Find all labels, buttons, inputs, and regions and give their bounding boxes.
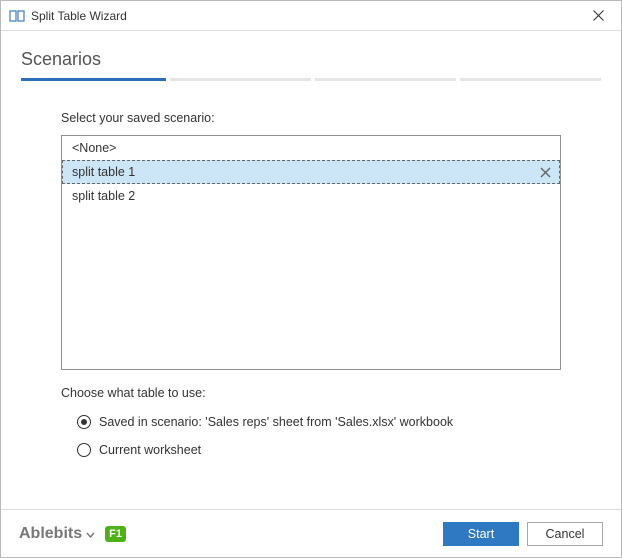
list-item[interactable]: split table 1 bbox=[62, 160, 560, 184]
titlebar: Split Table Wizard bbox=[1, 1, 621, 31]
delete-scenario-icon[interactable] bbox=[536, 163, 554, 181]
list-item-label: split table 2 bbox=[72, 189, 135, 203]
radio-saved-scenario[interactable]: Saved in scenario: 'Sales reps' sheet fr… bbox=[77, 410, 561, 434]
scenario-listbox[interactable]: <None> split table 1 split table 2 bbox=[61, 135, 561, 370]
list-item[interactable]: split table 2 bbox=[62, 184, 560, 208]
list-item-label: split table 1 bbox=[72, 165, 135, 179]
cancel-button[interactable]: Cancel bbox=[527, 522, 603, 546]
wizard-window: Split Table Wizard Scenarios Select your… bbox=[0, 0, 622, 558]
start-button[interactable]: Start bbox=[443, 522, 519, 546]
step-indicator bbox=[21, 78, 601, 81]
choose-table-section: Choose what table to use: Saved in scena… bbox=[61, 386, 561, 462]
brand-label: Ablebits bbox=[19, 525, 82, 543]
content-area: Select your saved scenario: <None> split… bbox=[1, 81, 621, 466]
app-icon bbox=[9, 8, 25, 24]
radio-label: Current worksheet bbox=[99, 443, 201, 457]
radio-icon bbox=[77, 443, 91, 457]
scenario-select-label: Select your saved scenario: bbox=[61, 111, 561, 125]
brand-menu[interactable]: Ablebits bbox=[19, 525, 95, 543]
radio-label: Saved in scenario: 'Sales reps' sheet fr… bbox=[99, 415, 453, 429]
footer: Ablebits F1 Start Cancel bbox=[1, 509, 621, 557]
close-button[interactable] bbox=[576, 1, 621, 31]
page-title: Scenarios bbox=[1, 31, 621, 78]
radio-current-worksheet[interactable]: Current worksheet bbox=[77, 438, 561, 462]
chevron-down-icon bbox=[86, 525, 95, 543]
window-title: Split Table Wizard bbox=[31, 9, 127, 23]
list-item-label: <None> bbox=[72, 141, 116, 155]
list-item[interactable]: <None> bbox=[62, 136, 560, 160]
radio-icon bbox=[77, 415, 91, 429]
help-button[interactable]: F1 bbox=[105, 526, 126, 542]
choose-table-label: Choose what table to use: bbox=[61, 386, 561, 400]
